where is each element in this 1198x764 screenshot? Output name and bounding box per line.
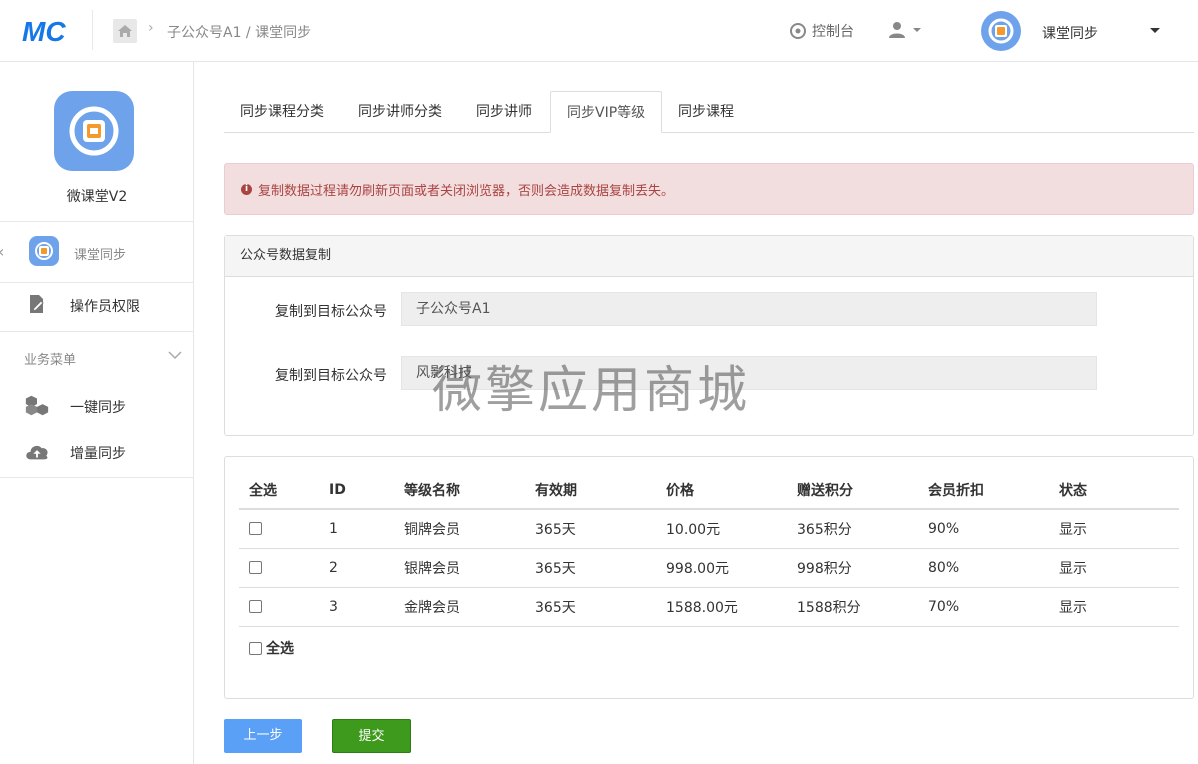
column-header: 会员折扣: [918, 471, 1049, 510]
cell-discount: 90%: [918, 509, 1049, 549]
table-row: 2 银牌会员 365天 998.00元 998积分 80% 显示: [239, 548, 1179, 588]
alert-text: 复制数据过程请勿刷新页面或者关闭浏览器，否则会造成数据复制丢失。: [258, 183, 675, 199]
tab-vip-level[interactable]: 同步VIP等级: [550, 91, 663, 133]
table-header-row: 全选 ID 等级名称 有效期 价格 赠送积分 会员折扣 状态: [239, 471, 1179, 510]
brand-logo[interactable]: MC: [22, 16, 74, 47]
home-icon[interactable]: [113, 19, 137, 43]
select-all-label: 全选: [266, 641, 294, 657]
cell-level-name: 银牌会员: [394, 548, 525, 588]
form-row: 复制到目标公众号 风影科技: [225, 356, 1195, 390]
info-icon: i: [241, 183, 252, 195]
module-icon: [29, 236, 59, 266]
sidebar-item-operator-permissions[interactable]: 操作员权限: [0, 282, 194, 326]
svg-text:MC: MC: [22, 16, 66, 46]
module-label: 课堂同步: [74, 248, 127, 263]
form-label: 复制到目标公众号: [275, 368, 387, 384]
logo-divider: [92, 10, 93, 50]
console-link[interactable]: 控制台: [790, 21, 854, 41]
cell-level-name: 金牌会员: [394, 587, 525, 627]
sidebar-item-label: 增量同步: [70, 446, 126, 462]
cell-price: 1588.00元: [656, 587, 787, 627]
tab-teacher-category[interactable]: 同步讲师分类: [342, 91, 458, 133]
sidebar-item-label: 一键同步: [70, 400, 126, 416]
sidebar-item-one-click-sync[interactable]: 一键同步: [0, 383, 194, 427]
previous-step-button[interactable]: 上一步: [224, 719, 302, 753]
divider: [0, 331, 194, 332]
chevron-left-icon[interactable]: ‹: [0, 242, 4, 261]
tab-bar: 同步课程分类 同步讲师分类 同步讲师 同步VIP等级 同步课程: [224, 91, 1194, 133]
console-label: 控制台: [812, 24, 854, 40]
cell-status: 显示: [1049, 587, 1179, 627]
cell-status: 显示: [1049, 548, 1179, 588]
sidebar-item-incremental-sync[interactable]: 增量同步: [0, 429, 194, 473]
tab-course-category[interactable]: 同步课程分类: [224, 91, 340, 133]
tab-teacher[interactable]: 同步讲师: [460, 91, 548, 133]
select-all-checkbox[interactable]: [249, 641, 262, 655]
table-row: 3 金牌会员 365天 1588.00元 1588积分 70% 显示: [239, 587, 1179, 627]
cell-validity: 365天: [525, 509, 656, 549]
account-name[interactable]: 课堂同步: [1042, 23, 1098, 43]
column-header: 有效期: [525, 471, 656, 510]
chevron-down-icon[interactable]: [168, 349, 182, 364]
column-header: ID: [319, 471, 394, 510]
app-logo: [54, 91, 134, 171]
row-checkbox[interactable]: [249, 600, 262, 613]
cell-id: 1: [319, 509, 394, 549]
user-menu[interactable]: [888, 21, 921, 39]
document-edit-icon: [24, 293, 50, 315]
target-account-field[interactable]: 风影科技: [401, 356, 1097, 390]
column-header[interactable]: 全选: [239, 471, 319, 510]
sidebar: 微课堂V2 ‹ 课堂同步 操作员权限 业务菜单 一键同步 增量同步: [0, 62, 194, 764]
cell-level-name: 铜牌会员: [394, 509, 525, 549]
app-logo-icon: [69, 106, 119, 156]
cell-price: 998.00元: [656, 548, 787, 588]
app-name: 微课堂V2: [66, 189, 128, 205]
section-business-menu[interactable]: 业务菜单: [24, 349, 76, 368]
select-all-control[interactable]: 全选: [249, 638, 294, 658]
form-label: 复制到目标公众号: [275, 304, 387, 320]
column-header: 状态: [1049, 471, 1179, 510]
cloud-upload-icon: [24, 440, 50, 462]
vip-level-table-panel: 全选 ID 等级名称 有效期 价格 赠送积分 会员折扣 状态 1 铜牌会员 36…: [224, 456, 1194, 699]
column-header: 价格: [656, 471, 787, 510]
sidebar-item-label: 操作员权限: [70, 299, 140, 315]
breadcrumb[interactable]: 子公众号A1 / 课堂同步: [167, 22, 311, 42]
cell-discount: 70%: [918, 587, 1049, 627]
form-row: 复制到目标公众号 子公众号A1: [225, 292, 1195, 326]
user-icon: [889, 22, 905, 38]
cubes-icon: [24, 394, 50, 416]
account-avatar[interactable]: [981, 11, 1021, 51]
account-caret-icon[interactable]: [1150, 28, 1160, 33]
cell-bonus-points: 1588积分: [787, 587, 918, 627]
cell-validity: 365天: [525, 587, 656, 627]
cell-discount: 80%: [918, 548, 1049, 588]
cell-bonus-points: 365积分: [787, 509, 918, 549]
app-logo-icon: [988, 18, 1014, 44]
divider: [0, 477, 194, 478]
cell-status: 显示: [1049, 509, 1179, 549]
top-bar: MC › 子公众号A1 / 课堂同步 控制台 课堂同步: [0, 0, 1198, 62]
row-checkbox[interactable]: [249, 522, 262, 536]
caret-down-icon: [913, 28, 921, 32]
cell-validity: 365天: [525, 548, 656, 588]
warning-alert: i 复制数据过程请勿刷新页面或者关闭浏览器，否则会造成数据复制丢失。: [224, 163, 1194, 215]
column-header: 等级名称: [394, 471, 525, 510]
table-row: 1 铜牌会员 365天 10.00元 365积分 90% 显示: [239, 509, 1179, 549]
source-account-field[interactable]: 子公众号A1: [401, 292, 1097, 326]
chevron-right-icon: ›: [148, 20, 154, 36]
submit-button[interactable]: 提交: [332, 719, 411, 753]
column-header: 赠送积分: [787, 471, 918, 510]
tab-course[interactable]: 同步课程: [662, 91, 750, 133]
cell-id: 2: [319, 548, 394, 588]
row-checkbox[interactable]: [249, 561, 262, 574]
module-switcher[interactable]: ‹ 课堂同步: [0, 222, 194, 282]
cell-id: 3: [319, 587, 394, 627]
cell-price: 10.00元: [656, 509, 787, 549]
vip-level-table: 全选 ID 等级名称 有效期 价格 赠送积分 会员折扣 状态 1 铜牌会员 36…: [239, 471, 1179, 627]
dashboard-icon: [790, 23, 806, 39]
cell-bonus-points: 998积分: [787, 548, 918, 588]
copy-panel: 公众号数据复制 复制到目标公众号 子公众号A1 复制到目标公众号 风影科技: [224, 235, 1194, 436]
panel-title: 公众号数据复制: [225, 236, 1193, 277]
